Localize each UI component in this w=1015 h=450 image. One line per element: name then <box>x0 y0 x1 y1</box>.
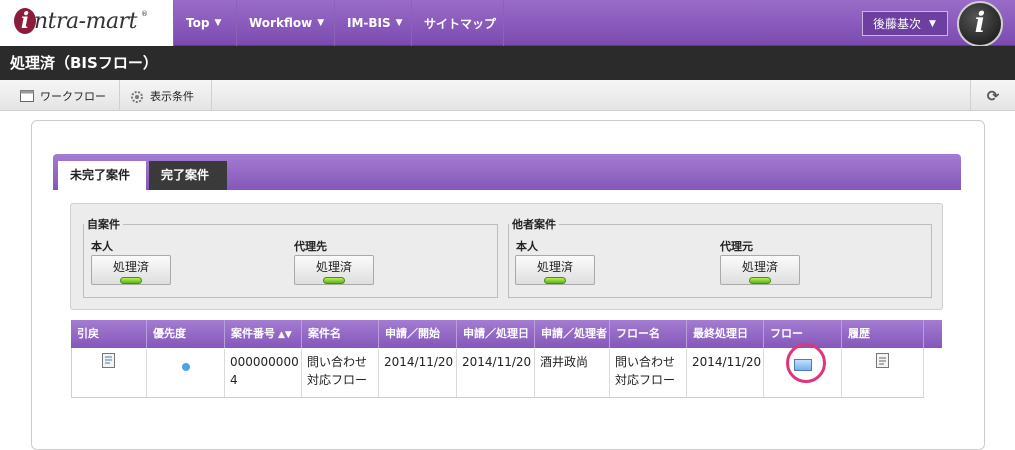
col-header-case-name[interactable]: 案件名 <box>302 320 379 348</box>
col-header-apply-user[interactable]: 申請／処理者 <box>535 320 610 348</box>
window-icon <box>20 89 34 102</box>
col-header-history[interactable]: 履歴 <box>842 320 924 348</box>
col-header-apply-date[interactable]: 申請／処理日 <box>457 320 535 348</box>
tab-incomplete[interactable]: 未完了案件 <box>58 161 146 190</box>
flow-name-cell: 問い合わせ 対応フロー <box>610 349 687 397</box>
col-header-pullback[interactable]: 引戻 <box>71 320 147 348</box>
nav-top[interactable]: Top ▼ <box>174 0 237 46</box>
workflow-button[interactable]: ワークフロー <box>10 80 120 111</box>
filter-panel: 自案件 本人 処理済 代理先 処理済 他者案件 本人 処理済 代理元 処理済 <box>70 203 943 310</box>
self-label: 本人 <box>516 240 538 253</box>
status-led-icon <box>544 277 566 284</box>
gear-icon <box>130 90 144 103</box>
case-name-cell: 問い合わせ 対応フロー <box>302 349 379 397</box>
apply-user-cell: 酒井政尚 <box>535 349 610 397</box>
col-header-flow-name[interactable]: フロー名 <box>610 320 687 348</box>
status-led-icon <box>120 277 142 284</box>
refresh-icon[interactable]: ⟳ <box>970 80 1015 111</box>
priority-dot-icon <box>181 363 190 371</box>
nav-workflow[interactable]: Workflow ▼ <box>237 0 335 46</box>
tab-complete[interactable]: 完了案件 <box>149 161 227 190</box>
sort-icon: ▲▼ <box>278 330 292 340</box>
nav-sitemap[interactable]: サイトマップ <box>412 0 504 46</box>
status-led-icon <box>749 277 771 284</box>
own-delegate-processed-button[interactable]: 処理済 <box>294 255 374 285</box>
col-header-case-number[interactable]: 案件番号 ▲▼ <box>225 320 302 348</box>
top-nav-bar: i ntra-mart ® Top ▼ Workflow ▼ IM-BIS ▼ サイト… <box>0 0 1015 47</box>
col-header-apply-start[interactable]: 申請／開始 <box>379 320 457 348</box>
chevron-down-icon: ▼ <box>214 18 222 28</box>
logo-i-icon: i <box>14 8 36 34</box>
col-header-priority[interactable]: 優先度 <box>147 320 225 348</box>
pullback-icon[interactable] <box>102 353 115 368</box>
chevron-down-icon: ▼ <box>317 18 325 28</box>
display-conditions-button[interactable]: 表示条件 <box>120 80 212 111</box>
status-led-icon <box>323 277 345 284</box>
others-self-processed-button[interactable]: 処理済 <box>515 255 595 285</box>
tab-bar: 未完了案件 完了案件 <box>53 154 961 190</box>
history-icon[interactable] <box>876 353 889 368</box>
own-self-processed-button[interactable]: 処理済 <box>91 255 171 285</box>
chevron-down-icon: ▼ <box>929 18 936 29</box>
col-header-last-date[interactable]: 最終処理日 <box>687 320 764 348</box>
delegate-to-label: 代理先 <box>294 240 327 253</box>
delegate-from-label: 代理元 <box>720 240 753 253</box>
user-menu-button[interactable]: 後藤基次 ▼ <box>862 11 948 36</box>
last-date-cell: 2014/11/20 <box>687 349 764 397</box>
toolbar: ワークフロー 表示条件 ⟳ <box>0 80 1015 111</box>
self-label: 本人 <box>91 240 113 253</box>
apply-date-cell: 2014/11/20 <box>457 349 535 397</box>
apply-start-cell: 2014/11/20 <box>379 349 457 397</box>
others-delegate-processed-button[interactable]: 処理済 <box>720 255 800 285</box>
avatar[interactable]: i <box>957 1 1003 47</box>
nav-im-bis[interactable]: IM-BIS ▼ <box>335 0 412 46</box>
intra-mart-logo[interactable]: i ntra-mart ® <box>0 0 174 46</box>
highlight-circle <box>786 343 826 383</box>
page-title: 処理済（BISフロー） <box>0 46 1015 80</box>
chevron-down-icon: ▼ <box>395 18 403 28</box>
case-number-cell: 000000000 4 <box>225 349 302 397</box>
